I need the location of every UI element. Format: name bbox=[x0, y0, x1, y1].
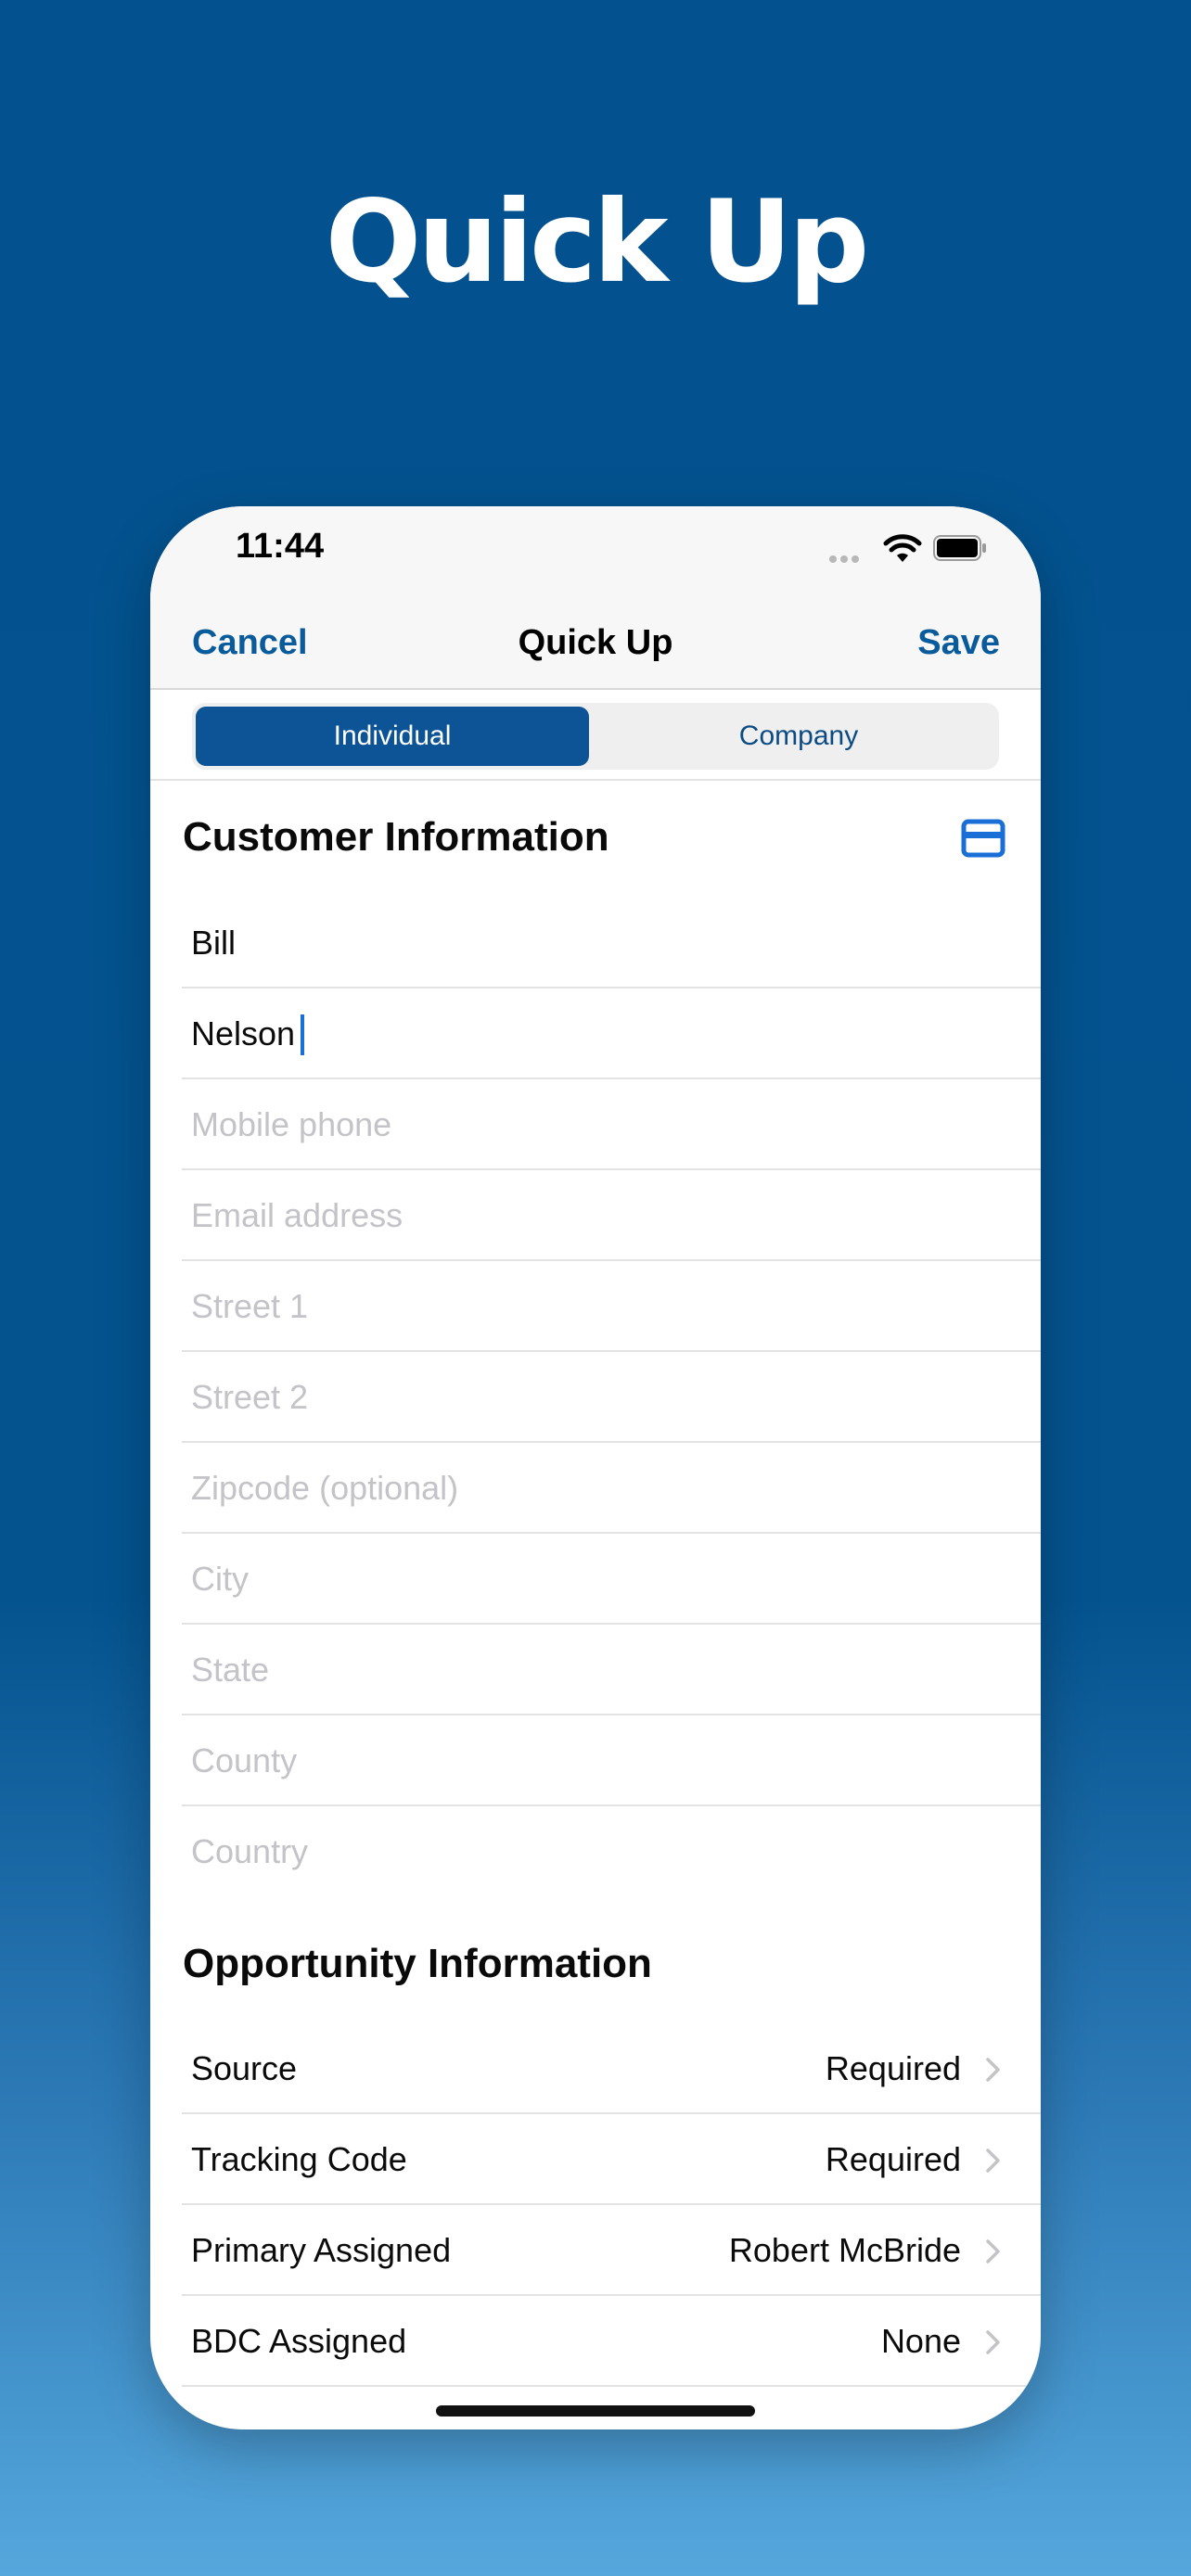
city-field[interactable]: City bbox=[182, 1534, 1041, 1625]
street1-placeholder: Street 1 bbox=[191, 1287, 309, 1325]
divider bbox=[150, 779, 1041, 781]
home-indicator[interactable] bbox=[436, 2405, 755, 2417]
first-name-value: Bill bbox=[191, 924, 237, 962]
county-placeholder: County bbox=[191, 1741, 298, 1779]
first-name-field[interactable]: Bill bbox=[182, 898, 1041, 988]
last-name-field[interactable]: Nelson bbox=[182, 988, 1041, 1079]
status-time: 11:44 bbox=[236, 527, 325, 566]
country-field[interactable]: Country bbox=[182, 1806, 1041, 1897]
wifi-icon bbox=[883, 534, 922, 562]
zipcode-placeholder: Zipcode (optional) bbox=[191, 1469, 459, 1507]
text-cursor bbox=[301, 1014, 304, 1055]
bdc-assigned-value: None bbox=[880, 2322, 961, 2360]
hero-title: Quick Up bbox=[325, 176, 870, 308]
country-placeholder: Country bbox=[191, 1832, 309, 1870]
customer-type-segmented-control: Individual Company bbox=[192, 703, 999, 770]
primary-assigned-label: Primary Assigned bbox=[191, 2231, 452, 2269]
state-field[interactable]: State bbox=[182, 1625, 1041, 1715]
mobile-phone-field[interactable]: Mobile phone bbox=[182, 1079, 1041, 1170]
chevron-right-icon bbox=[986, 2239, 1000, 2264]
save-button[interactable]: Save bbox=[917, 623, 1000, 663]
bdc-assigned-row[interactable]: BDC Assigned None bbox=[182, 2296, 1041, 2387]
phone-screen: 11:44 Cancel Quick Up Save Individual Co… bbox=[150, 506, 1041, 2429]
tracking-code-row[interactable]: Tracking Code Required bbox=[182, 2114, 1041, 2205]
bdc-assigned-label: BDC Assigned bbox=[191, 2322, 407, 2360]
chevron-right-icon bbox=[986, 2330, 1000, 2354]
source-row[interactable]: Source Required bbox=[182, 2023, 1041, 2114]
navigation-header: 11:44 Cancel Quick Up Save bbox=[150, 506, 1041, 690]
primary-assigned-value: Robert McBride bbox=[728, 2231, 961, 2269]
segment-individual[interactable]: Individual bbox=[196, 707, 589, 766]
last-name-value: Nelson bbox=[191, 1014, 296, 1052]
cellular-signal-icon bbox=[829, 551, 872, 563]
segment-company[interactable]: Company bbox=[602, 707, 995, 766]
county-field[interactable]: County bbox=[182, 1715, 1041, 1806]
source-label: Source bbox=[191, 2049, 298, 2087]
street2-field[interactable]: Street 2 bbox=[182, 1352, 1041, 1443]
zipcode-field[interactable]: Zipcode (optional) bbox=[182, 1443, 1041, 1534]
mobile-phone-placeholder: Mobile phone bbox=[191, 1105, 392, 1143]
customer-information-heading: Customer Information bbox=[183, 814, 609, 860]
tracking-code-value: Required bbox=[825, 2140, 961, 2178]
chevron-right-icon bbox=[986, 2149, 1000, 2173]
source-value: Required bbox=[825, 2049, 961, 2087]
street2-placeholder: Street 2 bbox=[191, 1378, 309, 1416]
primary-assigned-row[interactable]: Primary Assigned Robert McBride bbox=[182, 2205, 1041, 2296]
cancel-button[interactable]: Cancel bbox=[192, 623, 308, 663]
battery-icon bbox=[933, 535, 986, 561]
chevron-right-icon bbox=[986, 2058, 1000, 2082]
email-field[interactable]: Email address bbox=[182, 1170, 1041, 1261]
street1-field[interactable]: Street 1 bbox=[182, 1261, 1041, 1352]
city-placeholder: City bbox=[191, 1560, 249, 1598]
opportunity-information-heading: Opportunity Information bbox=[183, 1941, 652, 1986]
state-placeholder: State bbox=[191, 1651, 270, 1689]
email-placeholder: Email address bbox=[191, 1196, 403, 1234]
card-scan-icon[interactable] bbox=[961, 819, 1005, 858]
tracking-code-label: Tracking Code bbox=[191, 2140, 407, 2178]
